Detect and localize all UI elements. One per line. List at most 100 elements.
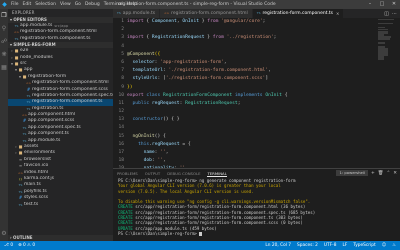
encoding[interactable]: UTF-8 (324, 243, 337, 248)
code-token: import (127, 19, 144, 24)
cursor-position[interactable]: Ln 20, Col 7 (265, 243, 291, 248)
code-token: dob (127, 158, 152, 164)
typescript-file-icon: TS (256, 11, 261, 15)
code-token: name (127, 150, 155, 155)
tree-item[interactable]: TS test.ts (8, 202, 113, 208)
code-token: @Component (127, 51, 155, 57)
terminal-select[interactable]: 1: powershell (336, 170, 368, 176)
terminal-line-text: To disable this warning use "ng config -… (118, 199, 311, 205)
vscode-logo-icon: ◆ (2, 1, 7, 8)
code-token: { (143, 35, 152, 41)
code-token: RegistrationFormComponent (162, 92, 233, 98)
tree-item-label: test.ts (24, 201, 39, 207)
terminal-cursor (199, 231, 202, 237)
branch-status[interactable]: ⎇ 0 (4, 243, 13, 248)
search-icon[interactable]: ⚲ (2, 26, 6, 32)
panel-tab-debug-console[interactable]: DEBUG CONSOLE (167, 171, 200, 176)
window-title: registration-form.component.ts - simple-… (118, 2, 276, 7)
code-line: 14 (113, 124, 400, 132)
code-line: 4 (113, 43, 400, 51)
close-icon[interactable]: ✕ (388, 0, 400, 9)
panel-tab-problems[interactable]: PROBLEMS (117, 171, 138, 176)
menu-item-selection[interactable]: Selection (35, 2, 56, 7)
terminal-action-label: UPDATE (118, 225, 133, 231)
file-tree: › ■ e2e › ■ node_modules ▾ ■ src ▾ ■ app ▾ ■ registrat… (8, 48, 113, 208)
tab-registration-form-component-ts[interactable]: TS registration-form.component.ts × (252, 9, 345, 18)
code-token: { (281, 92, 288, 98)
code-token: ] (265, 76, 269, 82)
line-number: 6 (121, 59, 124, 65)
code-line: 11 public regRequest: RegistrationReques… (113, 100, 400, 108)
minimize-icon[interactable]: – (364, 0, 376, 9)
indentation[interactable]: Spaces: 2 (297, 243, 318, 248)
code-token: OnInit (265, 92, 282, 98)
line-number: 5 (121, 51, 124, 57)
close-panel-icon[interactable]: ✕ (393, 171, 397, 176)
code-token: ngOnInit (127, 133, 155, 139)
panel-tab-terminal[interactable]: TERMINAL (207, 171, 227, 177)
code-line: 1 import { Component, OnInit } from '@ang… (113, 18, 400, 26)
code-token: styleUrls (127, 76, 158, 82)
code-text: export class RegistrationFormComponent i… (127, 92, 288, 100)
gear-icon[interactable]: ⚙ (1, 231, 6, 237)
code-token: , (223, 59, 227, 65)
tab-app-module-ts[interactable]: TS app.module.ts (113, 9, 161, 18)
code-token: = { (179, 141, 191, 147)
code-line: 8 styleUrls: ['./registration-form.compo… (113, 75, 400, 83)
code-token: export (127, 92, 144, 98)
editor-actions: ◫ ⋯ (384, 9, 400, 18)
code-token: , (163, 158, 166, 164)
debug-icon[interactable]: ❋ (1, 52, 6, 58)
menu-item-edit[interactable]: Edit (23, 2, 32, 7)
code-token: RegistrationRequest (185, 100, 238, 106)
code-line: 3 import { RegistrationRequest } from '..… (113, 34, 400, 42)
trash-icon[interactable]: 🗑 (378, 171, 384, 176)
code-editor[interactable]: 1 import { Component, OnInit } from '@ang… (113, 18, 400, 168)
terminal-output[interactable]: PS C:\Users\Dan\simple-reg-form> ng gene… (113, 178, 400, 237)
smiley-icon[interactable]: ☺ (382, 243, 386, 248)
menu-item-go[interactable]: Go (75, 2, 81, 7)
line-number: 15 (118, 133, 124, 139)
terminal-line-text: Your global Angular CLI version (7.0.6) … (118, 183, 281, 189)
line-number: 7 (121, 68, 124, 74)
code-lines: 1 import { Component, OnInit } from '@ang… (113, 18, 400, 168)
code-token: ; (237, 100, 241, 106)
code-token: './registration-form.component.html' (168, 68, 269, 74)
files-icon[interactable]: ❐ (1, 13, 6, 19)
close-tab-icon[interactable]: × (336, 9, 339, 18)
code-text: }) (127, 84, 133, 92)
code-token: , (268, 68, 271, 74)
chevron-up-icon[interactable]: ⌃ (386, 171, 390, 176)
code-line: 9}) (113, 84, 400, 92)
language-mode[interactable]: TypeScript (353, 243, 375, 248)
line-number: 11 (118, 100, 124, 106)
panel-actions: 1: powershell + 🗑 ⌃ ✕ (336, 170, 397, 176)
menu-item-debug[interactable]: Debug (85, 2, 100, 7)
panel-tab-output[interactable]: OUTPUT (145, 171, 160, 176)
bell-icon[interactable]: ♨ (392, 243, 396, 248)
extensions-icon[interactable]: ▦ (1, 65, 7, 71)
tab-registration-form-component-html[interactable]: <> registration-form.component.html (160, 9, 253, 18)
menu-item-file[interactable]: File (11, 2, 19, 7)
typescript-file-icon: TS (18, 202, 23, 207)
code-text: @Component({ (127, 51, 160, 59)
menu-item-view[interactable]: View (60, 2, 71, 7)
code-text: constructor() { } (127, 116, 180, 124)
line-number: 14 (118, 125, 124, 131)
eol[interactable]: LF (342, 243, 347, 248)
problems-status[interactable]: ⊗ 0 ⚠ 0 (18, 243, 35, 248)
code-token: from (207, 19, 219, 24)
line-number: 4 (121, 43, 124, 49)
code-text: name: '', (127, 149, 169, 157)
terminal-panel: PROBLEMS OUTPUT DEBUG CONSOLE TERMINAL 1: p… (113, 168, 400, 241)
split-editor-icon[interactable]: ◫ (384, 11, 389, 17)
minimap[interactable] (378, 18, 394, 78)
code-token: ; (273, 35, 277, 41)
terminal-action-label: CREATE (118, 220, 133, 226)
minimap-line (378, 38, 390, 40)
more-actions-icon[interactable]: ⋯ (392, 11, 397, 17)
code-line: 5 @Component({ (113, 51, 400, 59)
add-terminal-icon[interactable]: + (371, 171, 375, 176)
source-control-icon[interactable]: ☍ (1, 39, 7, 45)
maximize-icon[interactable]: □ (376, 0, 388, 9)
